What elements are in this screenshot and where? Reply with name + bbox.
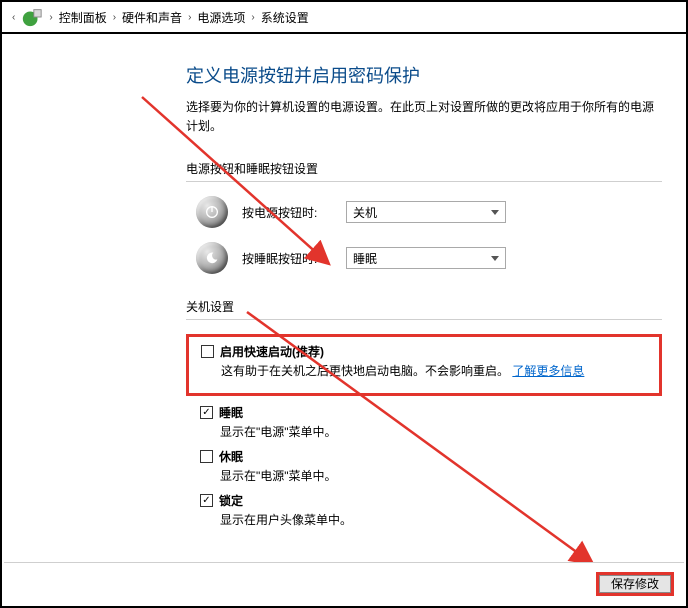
power-button-label: 按电源按钮时: (242, 204, 332, 221)
hibernate-label: 休眠 (219, 448, 243, 465)
page-desc: 选择要为你的计算机设置的电源设置。在此页上对设置所做的更改将应用于你所有的电源计… (186, 98, 662, 136)
fast-startup-highlight: 启用快速启动(推荐) 这有助于在关机之后更快地启动电脑。不会影响重启。 了解更多… (186, 334, 662, 396)
sleep-button-row: 按睡眠按钮时: 睡眠 (196, 242, 662, 274)
lock-checkbox[interactable] (200, 494, 213, 507)
breadcrumb-control-panel[interactable]: 控制面板 (59, 9, 107, 26)
chevron-left-icon: ‹ (10, 12, 17, 23)
section-shutdown-title: 关机设置 (186, 298, 662, 315)
power-icon (196, 196, 228, 228)
sleep-label: 睡眠 (219, 404, 243, 421)
breadcrumb-power-options[interactable]: 电源选项 (197, 9, 245, 26)
section-rule (186, 181, 662, 182)
footer-bar: 保存修改 (4, 562, 684, 604)
sleep-icon (196, 242, 228, 274)
fast-startup-desc: 这有助于在关机之后更快地启动电脑。不会影响重启。 了解更多信息 (221, 362, 651, 379)
save-button[interactable]: 保存修改 (596, 572, 674, 596)
sleep-button-select[interactable]: 睡眠 (346, 247, 506, 269)
section-rule (186, 319, 662, 320)
fast-startup-row: 启用快速启动(推荐) (201, 343, 651, 360)
section-buttons-title: 电源按钮和睡眠按钮设置 (186, 160, 662, 177)
control-panel-icon (21, 7, 43, 27)
sleep-button-label: 按睡眠按钮时: (242, 250, 332, 267)
learn-more-link[interactable]: 了解更多信息 (512, 364, 584, 378)
sleep-desc: 显示在"电源"菜单中。 (220, 423, 662, 440)
chevron-right-icon: › (249, 12, 256, 23)
fast-startup-label: 启用快速启动(推荐) (220, 343, 324, 360)
breadcrumb: ‹ › 控制面板 › 硬件和声音 › 电源选项 › 系统设置 (2, 2, 686, 34)
lock-desc: 显示在用户头像菜单中。 (220, 511, 662, 528)
lock-label: 锁定 (219, 492, 243, 509)
chevron-right-icon: › (186, 12, 193, 23)
power-button-row: 按电源按钮时: 关机 (196, 196, 662, 228)
power-button-value: 关机 (353, 204, 377, 221)
window: ‹ › 控制面板 › 硬件和声音 › 电源选项 › 系统设置 定义电源按钮并启用… (0, 0, 688, 608)
hibernate-desc: 显示在"电源"菜单中。 (220, 467, 662, 484)
sleep-button-value: 睡眠 (353, 250, 377, 267)
fast-startup-checkbox[interactable] (201, 345, 214, 358)
chevron-right-icon: › (111, 12, 118, 23)
save-button-label: 保存修改 (611, 575, 659, 592)
sleep-row: 睡眠 (200, 404, 662, 421)
lock-row: 锁定 (200, 492, 662, 509)
content-area: 定义电源按钮并启用密码保护 选择要为你的计算机设置的电源设置。在此页上对设置所做… (186, 62, 662, 536)
sleep-checkbox[interactable] (200, 406, 213, 419)
power-button-select[interactable]: 关机 (346, 201, 506, 223)
breadcrumb-system-settings[interactable]: 系统设置 (261, 9, 309, 26)
hibernate-row: 休眠 (200, 448, 662, 465)
breadcrumb-hardware-sound[interactable]: 硬件和声音 (122, 9, 182, 26)
hibernate-checkbox[interactable] (200, 450, 213, 463)
page-title: 定义电源按钮并启用密码保护 (186, 62, 662, 88)
chevron-right-icon: › (47, 12, 54, 23)
